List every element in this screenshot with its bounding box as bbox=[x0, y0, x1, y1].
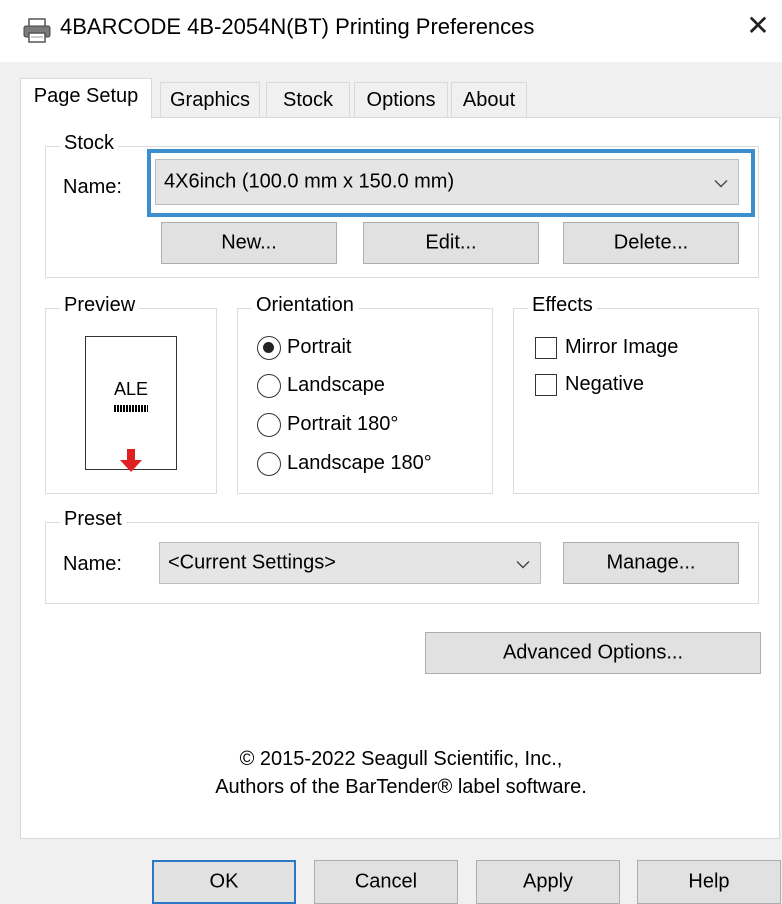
advanced-options-label: Advanced Options... bbox=[502, 641, 684, 664]
preset-name-label: Name: bbox=[63, 553, 122, 575]
close-icon[interactable]: ✕ bbox=[742, 10, 774, 42]
tab-panel-page-setup: Stock Name: 4X6inch (100.0 mm x 150.0 mm… bbox=[20, 117, 780, 839]
mirror-image-checkbox[interactable] bbox=[535, 337, 557, 359]
stock-delete-label: Delete... bbox=[613, 231, 689, 254]
orientation-portrait-180-label[interactable]: Portrait 180° bbox=[287, 413, 398, 436]
stock-delete-button[interactable]: Delete... bbox=[563, 222, 739, 264]
window-title: 4BARCODE 4B-2054N(BT) Printing Preferenc… bbox=[60, 14, 535, 39]
apply-label: Apply bbox=[522, 870, 574, 893]
chevron-down-icon bbox=[516, 552, 530, 575]
arrow-down-icon bbox=[119, 449, 143, 479]
preset-manage-label: Manage... bbox=[606, 551, 696, 574]
preview-sample-text: ALE bbox=[113, 379, 149, 399]
stock-group-title: Stock bbox=[60, 132, 119, 155]
tab-about[interactable]: About bbox=[451, 82, 527, 118]
preset-name-value: <Current Settings> bbox=[168, 551, 336, 574]
orientation-landscape-180-radio[interactable] bbox=[257, 452, 281, 476]
ok-label: OK bbox=[209, 870, 239, 893]
stock-name-label: Name: bbox=[63, 176, 122, 198]
stock-edit-button[interactable]: Edit... bbox=[363, 222, 539, 264]
copyright-line-2: Authors of the BarTender® label software… bbox=[215, 776, 587, 798]
cancel-button[interactable]: Cancel bbox=[314, 860, 458, 904]
stock-edit-label: Edit... bbox=[425, 231, 477, 254]
help-label: Help bbox=[688, 870, 730, 893]
orientation-landscape-180-label[interactable]: Landscape 180° bbox=[287, 452, 432, 475]
preset-group-title: Preset bbox=[60, 508, 126, 531]
orientation-portrait-radio[interactable] bbox=[257, 336, 281, 360]
orientation-group-title: Orientation bbox=[252, 294, 358, 317]
tab-page-setup[interactable]: Page Setup bbox=[20, 78, 152, 119]
effects-group-title: Effects bbox=[528, 294, 597, 317]
negative-checkbox[interactable] bbox=[535, 374, 557, 396]
orientation-portrait-label[interactable]: Portrait bbox=[287, 336, 351, 359]
cancel-label: Cancel bbox=[354, 870, 418, 893]
stock-name-value: 4X6inch (100.0 mm x 150.0 mm) bbox=[164, 170, 455, 193]
orientation-portrait-180-radio[interactable] bbox=[257, 413, 281, 437]
stock-new-button[interactable]: New... bbox=[161, 222, 337, 264]
chevron-down-icon bbox=[714, 171, 728, 194]
tab-options[interactable]: Options bbox=[354, 82, 448, 118]
preview-page: ALE bbox=[85, 336, 177, 472]
negative-label[interactable]: Negative bbox=[565, 373, 644, 396]
printer-icon bbox=[22, 18, 52, 50]
mirror-image-label[interactable]: Mirror Image bbox=[565, 336, 678, 359]
orientation-landscape-label[interactable]: Landscape bbox=[287, 374, 385, 397]
apply-button[interactable]: Apply bbox=[476, 860, 620, 904]
orientation-landscape-radio[interactable] bbox=[257, 374, 281, 398]
tab-graphics[interactable]: Graphics bbox=[160, 82, 260, 118]
tab-stock[interactable]: Stock bbox=[266, 82, 350, 118]
title-bar: 4BARCODE 4B-2054N(BT) Printing Preferenc… bbox=[0, 0, 782, 62]
preview-group-title: Preview bbox=[60, 294, 140, 317]
help-button[interactable]: Help bbox=[637, 860, 781, 904]
stock-name-select[interactable]: 4X6inch (100.0 mm x 150.0 mm) bbox=[155, 159, 739, 205]
preset-manage-button[interactable]: Manage... bbox=[563, 542, 739, 584]
copyright-line-1: © 2015-2022 Seagull Scientific, Inc., bbox=[239, 748, 563, 770]
advanced-options-button[interactable]: Advanced Options... bbox=[425, 632, 761, 674]
preset-name-select[interactable]: <Current Settings> bbox=[159, 542, 541, 584]
stock-new-label: New... bbox=[221, 231, 277, 254]
ok-button[interactable]: OK bbox=[152, 860, 296, 904]
barcode-icon bbox=[114, 405, 148, 412]
